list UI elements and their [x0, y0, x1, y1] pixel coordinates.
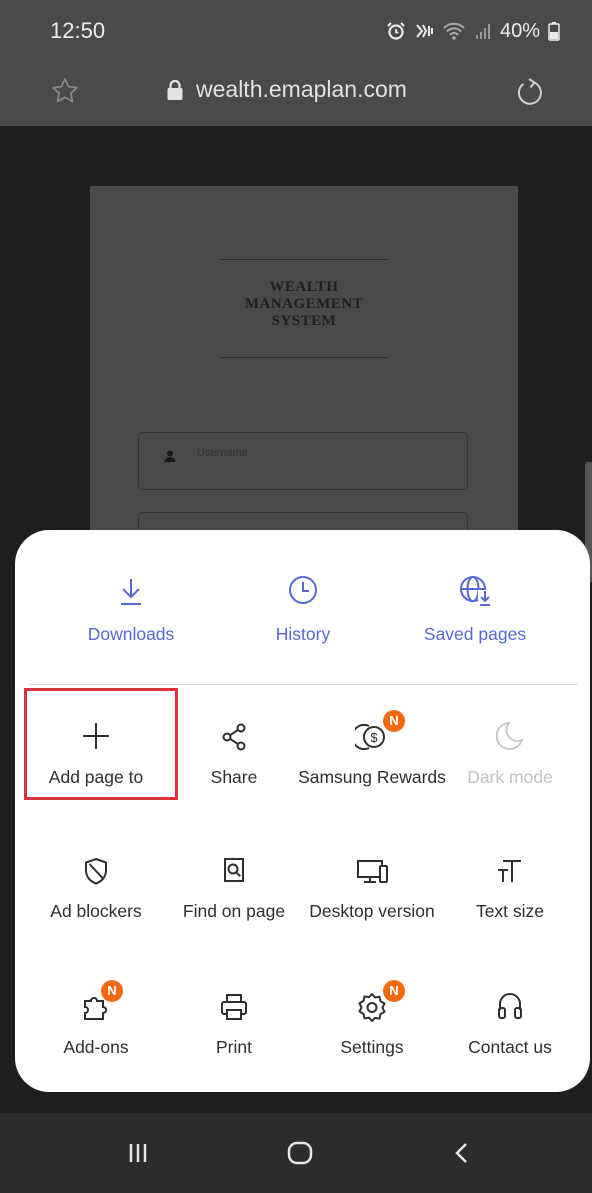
menu-find-on-page-label: Find on page: [182, 901, 286, 921]
alarm-icon: [387, 22, 405, 40]
battery-percent: 40%: [499, 19, 540, 42]
brand-divider-bottom: [220, 357, 388, 358]
username-placeholder: Username: [197, 447, 248, 459]
brand-logo-text: WEALTH MANAGEMENT SYSTEM: [180, 279, 428, 330]
menu-samsung-rewards[interactable]: $ N Samsung Rewards: [297, 710, 447, 788]
rewards-new-badge: N: [383, 710, 405, 732]
user-icon: [164, 450, 176, 462]
star-icon[interactable]: [50, 76, 80, 106]
status-time: 12:50: [50, 18, 106, 43]
menu-text-size-label: Text size: [475, 901, 545, 921]
add-ons-new-badge: N: [101, 980, 123, 1002]
brand-line-3: SYSTEM: [271, 313, 337, 329]
menu-add-ons[interactable]: N Add-ons: [21, 980, 171, 1058]
menu-ad-blockers[interactable]: Ad blockers: [21, 850, 171, 922]
desktop-icon: [357, 860, 388, 883]
settings-new-badge: N: [383, 980, 405, 1002]
battery-icon: [548, 22, 560, 41]
more-menu-sheet: Downloads History Saved pages Add page t…: [15, 530, 590, 1092]
download-icon: [121, 579, 141, 605]
menu-history[interactable]: History: [213, 570, 393, 645]
menu-share-label: Share: [210, 767, 258, 787]
clock-icon: [289, 576, 317, 604]
menu-saved-pages-label: Saved pages: [423, 624, 527, 644]
print-icon: [221, 994, 247, 1020]
recents-icon[interactable]: [128, 1141, 148, 1165]
globe-download-icon: [460, 576, 492, 606]
menu-dark-mode[interactable]: Dark mode: [435, 716, 585, 788]
menu-ad-blockers-label: Ad blockers: [50, 901, 142, 921]
menu-divider: [29, 684, 578, 685]
moon-icon: [495, 721, 524, 750]
menu-saved-pages[interactable]: Saved pages: [385, 570, 565, 645]
menu-contact-us-label: Contact us: [468, 1037, 552, 1057]
brand-line-2: MANAGEMENT: [244, 296, 364, 312]
menu-downloads[interactable]: Downloads: [41, 570, 221, 645]
menu-desktop-version-label: Desktop version: [309, 901, 435, 921]
menu-share[interactable]: Share: [159, 716, 309, 788]
signal-icon: [475, 24, 490, 39]
text-size-icon: [498, 860, 521, 882]
menu-samsung-rewards-label: Samsung Rewards: [298, 767, 446, 787]
url-text: wealth.emaplan.com: [196, 76, 407, 102]
shield-icon: [85, 857, 107, 885]
menu-dark-mode-label: Dark mode: [467, 767, 553, 787]
back-icon[interactable]: [452, 1141, 472, 1165]
menu-print-label: Print: [216, 1037, 252, 1057]
menu-history-label: History: [275, 624, 331, 644]
menu-settings[interactable]: N Settings: [297, 980, 447, 1058]
browser-toolbar: wealth.emaplan.com: [0, 62, 592, 126]
menu-print[interactable]: Print: [159, 986, 309, 1058]
headset-icon: [498, 993, 522, 1019]
highlight-box: [24, 688, 178, 800]
wifi-icon: [443, 22, 465, 40]
menu-add-ons-label: Add-ons: [63, 1037, 129, 1057]
status-icons: 40%: [386, 20, 560, 43]
svg-text:$: $: [370, 730, 378, 745]
menu-settings-label: Settings: [340, 1037, 404, 1057]
brand-divider-top: [220, 259, 388, 260]
find-icon: [224, 858, 244, 882]
lock-icon: [167, 79, 183, 100]
system-nav-bar: [0, 1113, 592, 1193]
username-field[interactable]: Username: [138, 432, 468, 490]
menu-contact-us[interactable]: Contact us: [435, 986, 585, 1058]
address-bar[interactable]: wealth.emaplan.com: [166, 76, 407, 103]
home-icon[interactable]: [286, 1141, 314, 1165]
brand-line-1: WEALTH: [269, 279, 339, 295]
vibrate-icon: [416, 24, 433, 38]
menu-downloads-label: Downloads: [87, 624, 175, 644]
share-icon: [222, 723, 246, 751]
menu-text-size[interactable]: Text size: [435, 850, 585, 922]
menu-desktop-version[interactable]: Desktop version: [297, 850, 447, 922]
status-bar: 12:50 40%: [0, 0, 592, 62]
reload-icon[interactable]: [514, 76, 546, 108]
menu-find-on-page[interactable]: Find on page: [159, 850, 309, 922]
